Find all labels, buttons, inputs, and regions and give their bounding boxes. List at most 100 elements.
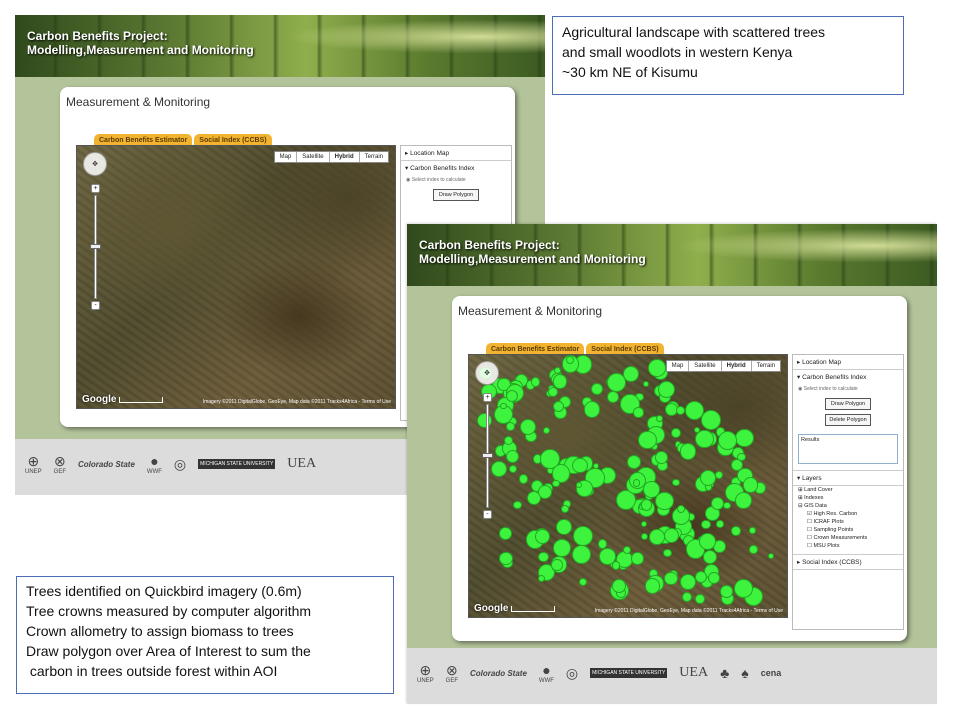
map-attribution[interactable]: Imagery ©2011 DigitalGlobe, GeoEye, Map … xyxy=(595,608,783,614)
tree-crown xyxy=(702,549,718,565)
satellite-map[interactable]: Map Satellite Hybrid Terrain ✥ + - Googl… xyxy=(76,145,396,409)
uea-logo: UEA xyxy=(287,456,317,471)
layer-indexes[interactable]: ⊞ Indexes xyxy=(793,494,903,502)
layers-header[interactable]: ▾ Layers xyxy=(793,470,903,486)
tree-crown xyxy=(671,428,681,439)
main-card: Measurement & Monitoring Carbon Benefits… xyxy=(452,296,907,641)
zoom-out-button[interactable]: - xyxy=(91,301,100,310)
map-type-terrain[interactable]: Terrain xyxy=(359,152,388,162)
location-map-header[interactable]: ▸ Location Map xyxy=(793,355,903,370)
tree-crown xyxy=(498,526,512,540)
draw-polygon-button[interactable]: Draw Polygon xyxy=(433,189,479,201)
tree-crown xyxy=(679,443,697,460)
tree-crown xyxy=(664,571,679,586)
tree-crown xyxy=(663,527,679,544)
tree-crown xyxy=(643,480,660,498)
tree-crown xyxy=(553,539,571,557)
map-type-terrain[interactable]: Terrain xyxy=(751,361,780,371)
tree-crown xyxy=(607,373,626,392)
layer-land-cover[interactable]: ⊞ Land Cover xyxy=(793,486,903,494)
map-type-hybrid[interactable]: Hybrid xyxy=(329,152,360,162)
google-logo: Google xyxy=(474,603,509,614)
map-type-satellite[interactable]: Satellite xyxy=(297,152,330,162)
icraf-logo: ◎ xyxy=(174,456,186,472)
tree-crown xyxy=(572,457,588,474)
tree-crown xyxy=(500,402,507,410)
tree-crown xyxy=(513,500,522,510)
carbon-benefits-index-header[interactable]: ▾ Carbon Benefits Index xyxy=(793,370,903,384)
pan-control-icon[interactable]: ✥ xyxy=(475,361,499,385)
tree-crown xyxy=(640,499,653,511)
tree-crown xyxy=(554,366,562,374)
layer-crown-measurements[interactable]: ☐ Crown Measurements xyxy=(793,534,903,542)
zoom-knob[interactable] xyxy=(90,244,101,249)
social-index-header[interactable]: ▸ Social Index (CCBS) xyxy=(793,554,903,570)
zoom-knob[interactable] xyxy=(482,453,493,458)
colorado-state-logo: Colorado State xyxy=(470,668,527,678)
results-box: Results xyxy=(798,434,898,464)
layer-icraf-plots[interactable]: ☐ ICRAF Plots xyxy=(793,518,903,526)
header-banner: Carbon Benefits Project: Modelling,Measu… xyxy=(407,224,937,286)
tree-crown xyxy=(749,545,758,554)
tree-crown xyxy=(695,594,705,604)
zoom-in-button[interactable]: + xyxy=(91,184,100,193)
zoom-slider[interactable]: + - xyxy=(90,184,101,314)
seal-icon: ◎ xyxy=(173,456,187,472)
select-index-radio[interactable]: ◉ Select index to calculate xyxy=(793,384,903,394)
draw-polygon-button[interactable]: Draw Polygon xyxy=(825,398,871,410)
tree-crown xyxy=(731,525,741,536)
tree-crown xyxy=(672,478,680,486)
tree-crown xyxy=(597,539,607,549)
satellite-map-tree-crowns[interactable]: Map Satellite Hybrid Terrain ✥ + - Googl… xyxy=(468,354,788,618)
select-index-radio[interactable]: ◉ Select index to calculate xyxy=(401,175,511,185)
map-attribution[interactable]: Imagery ©2011 DigitalGlobe, GeoEye, Map … xyxy=(203,399,391,405)
tree-crown xyxy=(716,520,724,528)
header-banner: Carbon Benefits Project: Modelling,Measu… xyxy=(15,15,545,77)
tree-crown xyxy=(681,591,693,603)
tree-crown xyxy=(561,505,570,514)
tree-crown xyxy=(640,532,648,540)
zoom-out-button[interactable]: - xyxy=(483,510,492,519)
tree-crown xyxy=(591,382,604,395)
tree-crown xyxy=(584,401,601,418)
layer-high-res-carbon[interactable]: ☑ High Res. Carbon xyxy=(793,510,903,518)
panda-icon: ● xyxy=(150,453,159,469)
sponsor-logos: ⊕ UNEP ⊗ GEF Colorado State ● WWF ◎ MICHIGA… xyxy=(417,662,933,684)
gef-logo: ⊗ GEF xyxy=(445,662,459,684)
unep-icon: ⊕ xyxy=(419,662,432,678)
tree-crown xyxy=(720,585,733,598)
delete-polygon-button[interactable]: Delete Polygon xyxy=(825,414,871,426)
tree-crown xyxy=(499,551,513,565)
tree-crown xyxy=(733,578,753,598)
caption-method: Trees identified on Quickbird imagery (0… xyxy=(16,576,394,694)
map-type-map[interactable]: Map xyxy=(666,361,690,371)
tree-crown xyxy=(633,407,644,418)
layer-sampling-points[interactable]: ☐ Sampling Points xyxy=(793,526,903,534)
partner-logo: ♣ xyxy=(720,665,729,681)
unep-icon: ⊕ xyxy=(27,453,40,469)
pan-control-icon[interactable]: ✥ xyxy=(83,152,107,176)
map-type-map[interactable]: Map xyxy=(274,152,298,162)
uea-logo: UEA xyxy=(679,665,709,680)
wwf-logo: ● WWF xyxy=(538,662,554,684)
panda-icon: ● xyxy=(542,662,551,678)
tree-crown xyxy=(735,428,754,448)
tree-crown xyxy=(723,501,731,509)
tree-crown xyxy=(767,552,774,559)
map-scale-bar xyxy=(119,397,163,403)
map-type-satellite[interactable]: Satellite xyxy=(689,361,722,371)
tree-crown xyxy=(552,479,560,488)
tree-crown xyxy=(490,461,508,478)
layer-gis-data[interactable]: ⊟ GIS Data xyxy=(793,502,903,510)
zoom-slider[interactable]: + - xyxy=(482,393,493,523)
icraf-logo: ◎ xyxy=(566,665,578,681)
location-map-header[interactable]: ▸ Location Map xyxy=(401,146,511,161)
colorado-state-logo: Colorado State xyxy=(78,459,135,469)
map-type-hybrid[interactable]: Hybrid xyxy=(721,361,752,371)
layer-msu-plots[interactable]: ☐ MSU Plots xyxy=(793,542,903,550)
tree-crown xyxy=(749,527,756,534)
carbon-benefits-index-header[interactable]: ▾ Carbon Benefits Index xyxy=(401,161,511,175)
zoom-in-button[interactable]: + xyxy=(483,393,492,402)
google-logo: Google xyxy=(82,394,117,405)
screenshot-after: Carbon Benefits Project: Modelling,Measu… xyxy=(407,224,937,704)
